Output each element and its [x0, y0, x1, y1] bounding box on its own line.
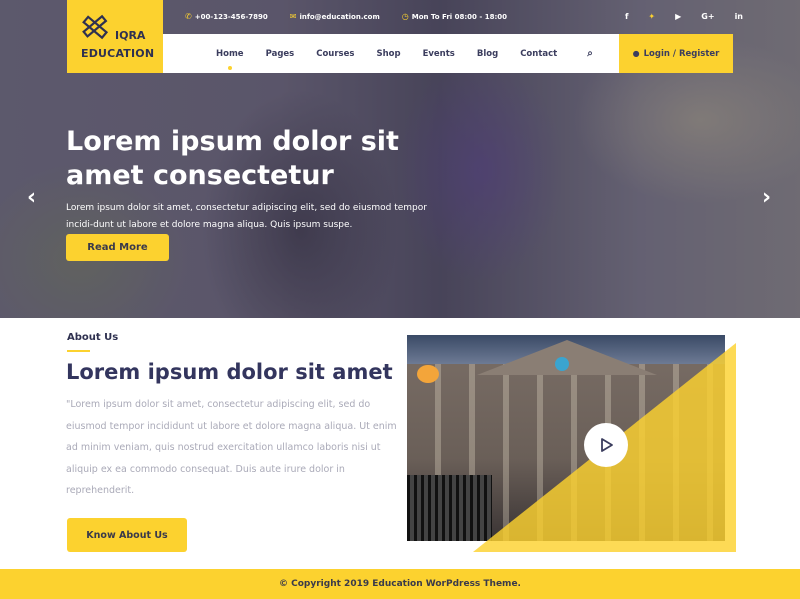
know-about-us-button[interactable]: Know About Us [67, 518, 187, 552]
search-icon[interactable]: ⌕ [587, 48, 593, 59]
youtube-icon[interactable]: ▶ [675, 12, 681, 21]
top-info-bar: ✆ +00-123-456-7890 ✉ info@education.com … [163, 0, 743, 33]
play-video-button[interactable] [584, 423, 628, 467]
google-plus-icon[interactable]: G+ [701, 12, 714, 21]
email-address: info@education.com [299, 12, 380, 21]
pencil-ruler-icon [82, 14, 108, 40]
nav-item-contact[interactable]: Contact [520, 49, 557, 59]
hero-content: Lorem ipsum dolor sit amet consectetur L… [66, 125, 466, 234]
envelope-icon: ✉ [289, 12, 297, 21]
nav-item-blog[interactable]: Blog [477, 49, 498, 59]
play-icon [601, 438, 613, 452]
email-info[interactable]: ✉ info@education.com [290, 12, 380, 21]
slider-next-arrow-icon[interactable]: › [762, 185, 771, 210]
hero-title: Lorem ipsum dolor sit amet consectetur [66, 125, 466, 193]
nav-label: Home [216, 48, 244, 59]
linkedin-icon[interactable]: in [735, 12, 743, 21]
active-indicator [227, 65, 232, 70]
site-logo[interactable]: IQRA EDUCATION [67, 0, 163, 73]
main-nav: Home Pages Courses Shop Events Blog Cont… [163, 34, 619, 73]
building-roof [477, 340, 657, 375]
opening-hours: Mon To Fri 08:00 - 18:00 [411, 12, 507, 21]
nav-item-events[interactable]: Events [423, 49, 455, 59]
logo-text-education: EDUCATION [81, 47, 155, 60]
phone-number: +00-123-456-7890 [194, 12, 268, 21]
street-lamp [417, 365, 439, 383]
copyright-text: © Copyright 2019 Education WorPdress The… [279, 579, 521, 589]
hero-text: Lorem ipsum dolor sit amet, consectetur … [66, 203, 427, 230]
nav-item-courses[interactable]: Courses [316, 49, 354, 59]
nav-item-shop[interactable]: Shop [376, 49, 400, 59]
login-label: Login / Register [643, 48, 720, 59]
nav-item-pages[interactable]: Pages [266, 49, 295, 59]
phone-info[interactable]: ✆ +00-123-456-7890 [185, 12, 268, 21]
twitter-icon[interactable]: ✦ [648, 12, 655, 21]
facebook-icon[interactable]: f [625, 12, 628, 21]
hero-title-line1: Lorem ipsum dolor sit [66, 126, 399, 157]
phone-icon: ✆ [185, 12, 192, 21]
about-section-label: About Us [67, 332, 119, 343]
read-more-button[interactable]: Read More [66, 234, 169, 261]
logo-text-iqra: IQRA [115, 29, 146, 42]
hours-info: ◷ Mon To Fri 08:00 - 18:00 [402, 12, 507, 21]
clock-icon: ◷ [401, 12, 409, 21]
building-clock [555, 357, 569, 371]
slider-prev-arrow-icon[interactable]: ‹ [27, 185, 36, 210]
social-links: f ✦ ▶ G+ in [605, 0, 743, 33]
hero-title-line2: amet consectetur [66, 160, 334, 191]
user-icon: ● [632, 49, 640, 58]
about-text: "Lorem ipsum dolor sit amet, consectetur… [66, 399, 397, 496]
about-title: Lorem ipsum dolor sit amet [66, 360, 393, 384]
nav-item-home[interactable]: Home [216, 48, 244, 70]
iron-fence [407, 475, 492, 541]
label-underline [67, 350, 90, 352]
footer: © Copyright 2019 Education WorPdress The… [0, 569, 800, 599]
login-register-button[interactable]: ● Login / Register [619, 34, 733, 73]
